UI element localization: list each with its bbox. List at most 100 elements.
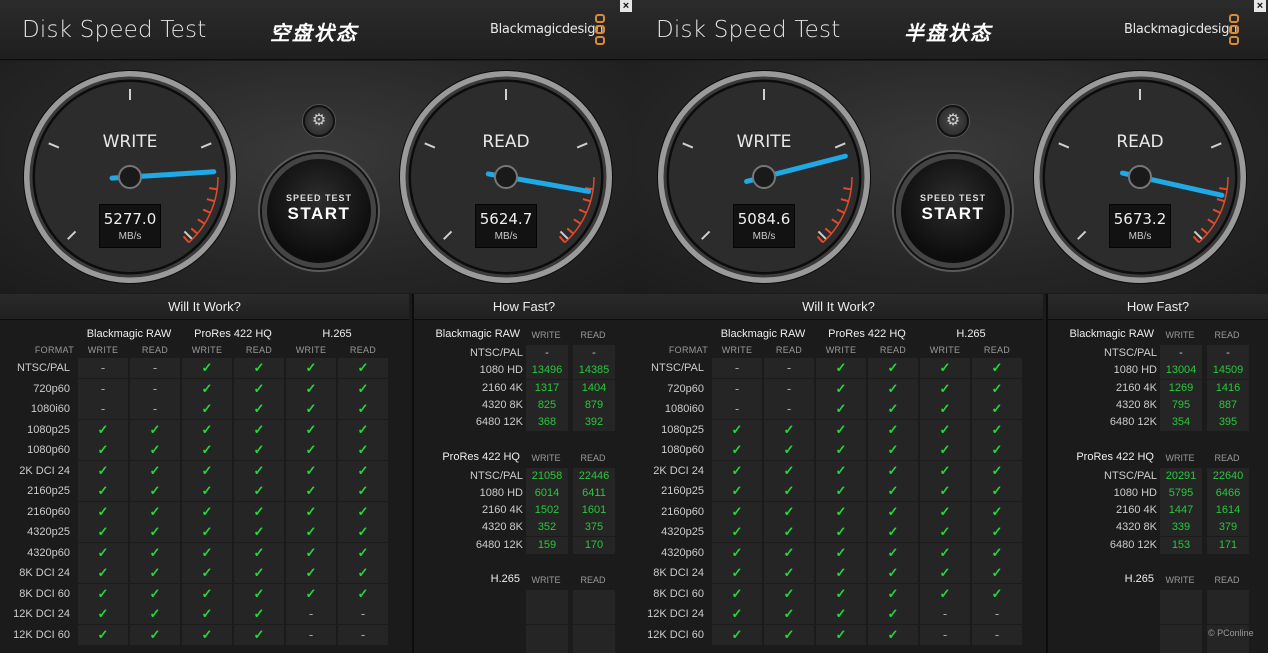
settings-gear-button[interactable]: ⚙ [937, 105, 969, 137]
check-icon: ✓ [868, 419, 918, 440]
read-gauge-dial [399, 70, 613, 284]
will-col-header: READ [141, 345, 169, 355]
check-icon: ✓ [712, 481, 762, 501]
format-label: 8K DCI 24 [19, 567, 70, 579]
gear-icon: ⚙ [945, 112, 961, 129]
gauge-area: WRITE 5084.6 MB/s READ 5673.2 MB/s ⚙ SPEED TEST… [634, 61, 1268, 293]
format-header: FORMAT [668, 345, 708, 355]
check-icon: ✓ [286, 501, 336, 522]
check-icon: ✓ [712, 604, 762, 624]
check-icon: ✓ [972, 522, 1022, 542]
speed-test-start-button[interactable]: SPEED TEST START [262, 154, 376, 268]
how-col-header: WRITE [531, 330, 561, 340]
check-icon: ✓ [816, 460, 866, 481]
speed-value [1160, 590, 1202, 607]
check-icon: ✓ [712, 624, 762, 645]
speed-value: 1404 [573, 379, 615, 397]
dash-icon: - [130, 378, 180, 399]
speed-test-label: SPEED TEST [919, 193, 986, 203]
how-col-header: WRITE [1165, 452, 1195, 463]
speed-value: 352 [526, 519, 568, 537]
check-icon: ✓ [338, 460, 388, 481]
check-icon: ✓ [920, 440, 970, 460]
check-icon: ✓ [816, 378, 866, 399]
will-col-header: WRITE [929, 345, 961, 355]
dash-icon: - [286, 624, 336, 645]
speed-test-start-button[interactable]: SPEED TEST START [896, 154, 1010, 268]
check-icon: ✓ [920, 583, 970, 604]
write-gauge-readout: 5084.6 MB/s [733, 204, 795, 248]
how-row [414, 590, 634, 607]
how-row: 6480 12K 159 170 [414, 536, 634, 554]
settings-gear-button[interactable]: ⚙ [303, 105, 335, 137]
format-header: FORMAT [34, 345, 74, 355]
will-col-header: WRITE [87, 345, 119, 355]
read-gauge: READ 5624.7 MB/s [397, 68, 615, 286]
how-codec-header: H.265 [490, 573, 520, 585]
format-label: 8K DCI 60 [653, 587, 704, 600]
speed-value: 13004 [1160, 362, 1202, 380]
how-format-label: 2160 4K [1116, 504, 1157, 517]
check-icon: ✓ [78, 604, 128, 624]
check-icon: ✓ [764, 419, 814, 440]
speed-value: 153 [1160, 536, 1202, 554]
speed-value: 1269 [1160, 379, 1202, 397]
check-icon: ✓ [130, 481, 180, 501]
dash-icon: - [764, 378, 814, 399]
check-icon: ✓ [712, 583, 762, 604]
how-col-header: READ [1214, 575, 1240, 585]
check-icon: ✓ [764, 460, 814, 481]
how-row: 6480 12K 354 395 [1048, 414, 1268, 432]
check-icon: ✓ [338, 399, 388, 419]
will-row: 12K DCI 24 ✓ ✓ ✓ ✓ - - [634, 604, 1043, 624]
format-label: NTSC/PAL [17, 362, 70, 374]
how-format-label: 4320 8K [1116, 521, 1157, 534]
speed-value [1160, 641, 1202, 653]
speed-value [1160, 607, 1202, 625]
check-icon: ✓ [286, 419, 336, 440]
how-row [1048, 590, 1268, 607]
dash-icon: - [712, 399, 762, 419]
speed-value: - [526, 345, 568, 362]
how-format-label: 4320 8K [482, 521, 523, 534]
how-row: 2160 4K 1502 1601 [414, 502, 634, 520]
check-icon: ✓ [130, 501, 180, 522]
how-fast-section: How Fast? Blackmagic RAW WRITE READ NTSC/PAL… [1046, 294, 1268, 653]
brand-logo-icon [1229, 14, 1239, 47]
how-row: 4320 8K 339 379 [1048, 519, 1268, 537]
how-col-header: READ [1214, 330, 1240, 340]
dash-icon: - [338, 624, 388, 645]
check-icon: ✓ [816, 358, 866, 378]
speed-value: 159 [526, 536, 568, 554]
will-row: 8K DCI 24 ✓ ✓ ✓ ✓ ✓ ✓ [634, 563, 1043, 583]
dash-icon: - [712, 378, 762, 399]
will-row: 720p60- - ✓ ✓ ✓ ✓ [634, 378, 1043, 399]
check-icon: ✓ [920, 460, 970, 481]
check-icon: ✓ [868, 501, 918, 522]
check-icon: ✓ [338, 542, 388, 563]
check-icon: ✓ [130, 583, 180, 604]
check-icon: ✓ [816, 583, 866, 604]
check-icon: ✓ [182, 460, 232, 481]
check-icon: ✓ [972, 501, 1022, 522]
check-icon: ✓ [920, 522, 970, 542]
write-gauge-label: WRITE [102, 132, 158, 152]
how-row: 6480 12K 368 392 [414, 414, 634, 432]
will-codec-header: ProRes 422 HQ [194, 328, 272, 340]
write-gauge-dial [657, 70, 871, 284]
will-col-header: WRITE [191, 345, 223, 355]
title-bar: Disk Speed Test 半盘状态 Blackmagicdesign [634, 0, 1268, 60]
check-icon: ✓ [78, 460, 128, 481]
speed-test-label: SPEED TEST [285, 193, 352, 203]
check-icon: ✓ [868, 358, 918, 378]
check-icon: ✓ [712, 522, 762, 542]
state-label: 半盘状态 [904, 21, 992, 45]
how-row: NTSC/PAL 20291 22640 [1048, 467, 1268, 485]
close-button[interactable]: × [1254, 0, 1266, 12]
speed-value [526, 607, 568, 625]
how-format-label: 6480 12K [1109, 416, 1157, 429]
how-col-header: WRITE [1165, 330, 1195, 340]
how-fast-title: How Fast? [414, 294, 634, 320]
close-button[interactable]: × [620, 0, 632, 12]
check-icon: ✓ [972, 440, 1022, 460]
